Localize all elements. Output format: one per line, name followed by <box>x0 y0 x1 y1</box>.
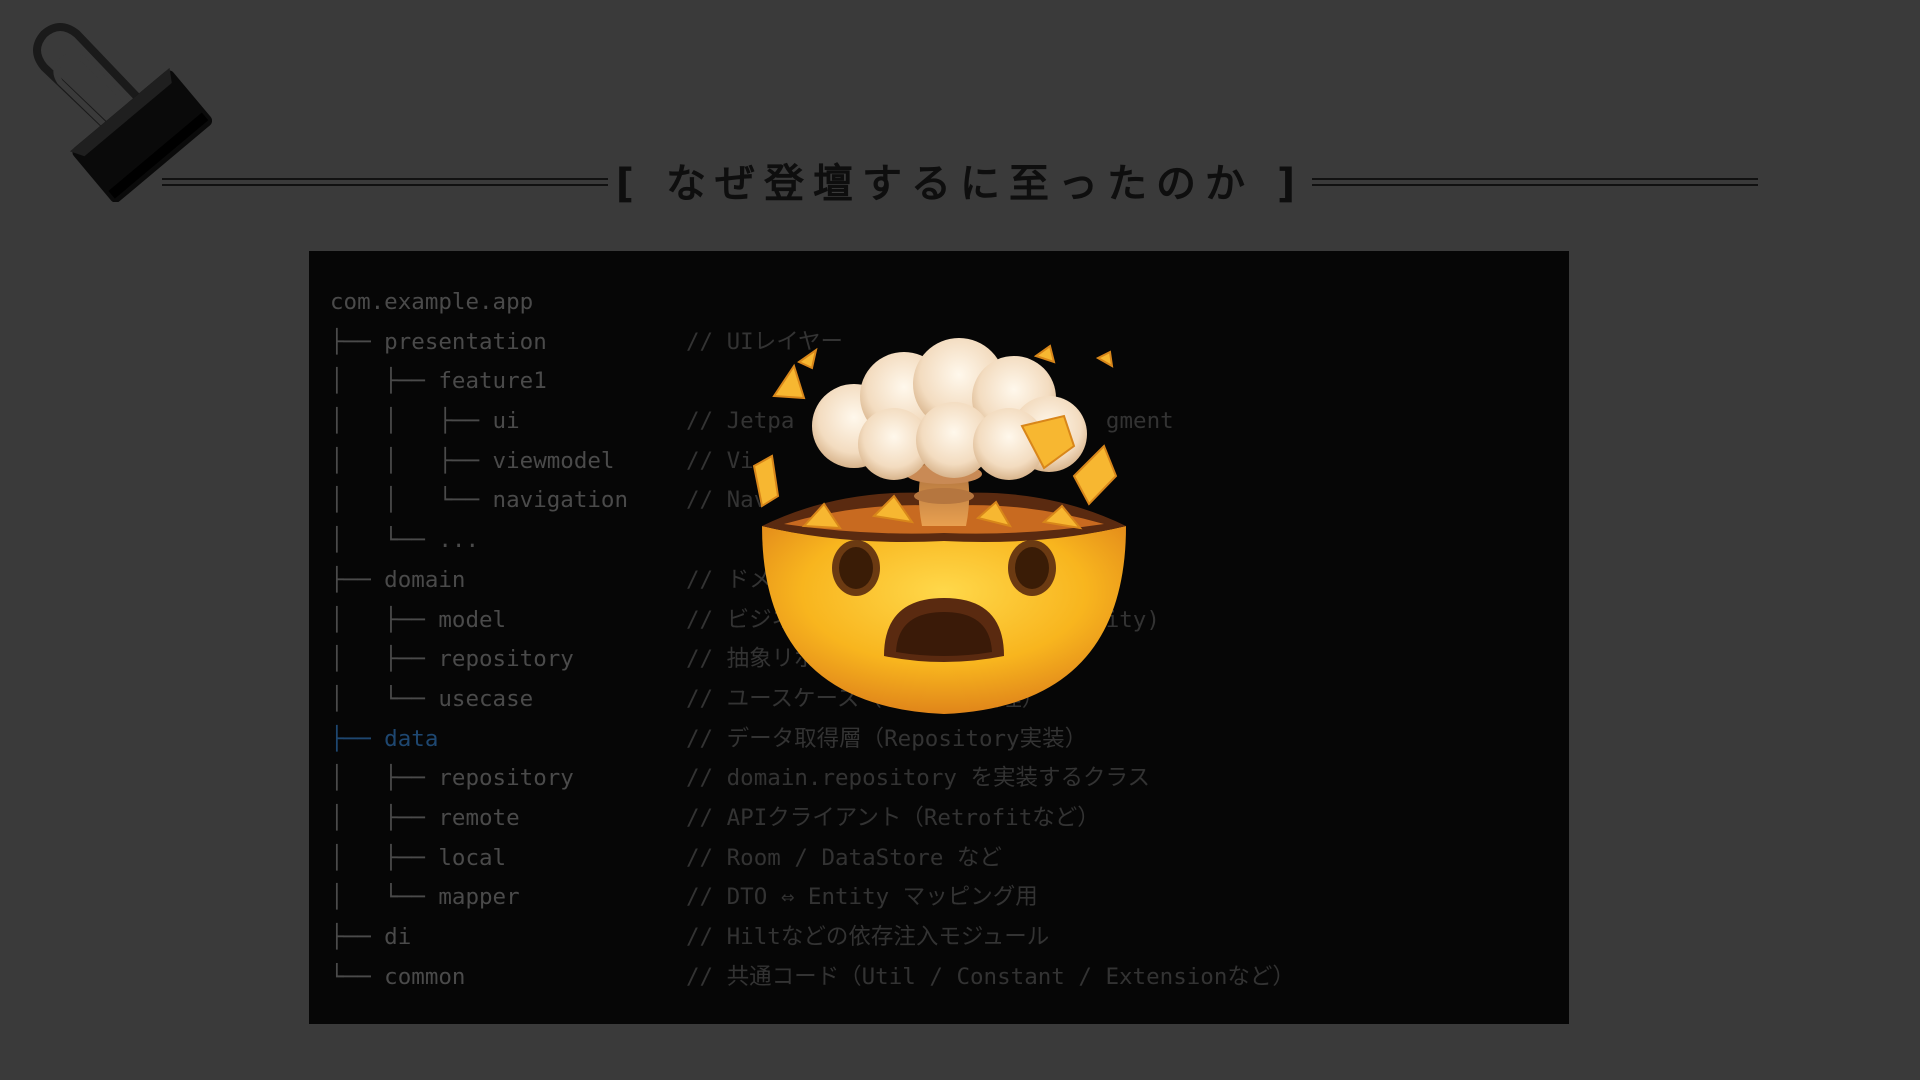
code-comment: // APIクライアント（Retrofitなど） <box>686 804 1100 831</box>
title-rule-right <box>1312 178 1758 186</box>
code-line: │ │ └── navigation// Nav <box>330 481 767 521</box>
code-line: │ ├── repository // domain.repository を実装… <box>330 759 1150 799</box>
tree-entry: │ ├── feature1 <box>330 368 547 395</box>
tree-entry: ├── data <box>330 725 439 752</box>
tree-entry: │ ├── remote <box>330 804 520 831</box>
code-line: └── common // 共通コード（Util / Constant / Ext… <box>330 958 1295 998</box>
tree-entry: ├── di <box>330 924 412 950</box>
code-comment: // 共通コード（Util / Constant / Extensionなど） <box>686 963 1295 990</box>
tree-entry: │ └── ... <box>330 527 480 554</box>
exploding-head-emoji <box>744 336 1144 726</box>
tree-entry: ├── domain <box>330 566 466 593</box>
code-comment: // Hiltなどの依存注入モジュール <box>686 924 1050 950</box>
tree-entry: │ ├── model <box>330 606 507 633</box>
tree-entry: │ ├── repository <box>330 646 574 673</box>
code-line: │ │ ├── viewmodel// Vi <box>330 442 754 482</box>
code-line: │ │ ├── ui// Jetpa gment <box>330 402 1174 442</box>
code-line: ├── presentation// UIレイヤー <box>330 323 843 363</box>
tree-entry: └── common <box>330 963 466 990</box>
package-tree: com.example.app ├── presentation// UIレイヤー… <box>330 283 1295 998</box>
code-line: │ ├── local // Room / DataStore など <box>330 839 1002 879</box>
tree-entry: │ └── mapper <box>330 884 520 911</box>
code-line: │ ├── remote // APIクライアント（Retrofitなど） <box>330 799 1100 839</box>
code-line: │ ├── feature1 <box>330 362 628 402</box>
tree-entry: │ └── usecase <box>330 685 534 712</box>
code-line: │ ├── model// ビジネ (Entity) <box>330 601 1160 641</box>
code-comment: // Room / DataStore など <box>686 844 1002 871</box>
tree-entry: com.example.app <box>330 289 534 315</box>
section-title-row: [ なぜ登壇するに至ったのか ] <box>162 158 1758 210</box>
tree-entry: │ │ ├── ui <box>330 408 520 435</box>
code-line: │ └── ... <box>330 521 628 561</box>
code-comment: // domain.repository を実装するクラス <box>686 765 1151 792</box>
tree-entry: │ │ ├── viewmodel <box>330 447 615 474</box>
code-line: ├── di // Hiltなどの依存注入モジュール <box>330 918 1049 958</box>
section-title: [ なぜ登壇するに至ったのか ] <box>615 161 1305 207</box>
tree-entry: ├── presentation <box>330 328 547 355</box>
code-comment: // DTO ⇔ Entity マッピング用 <box>686 884 1038 911</box>
code-line: │ ├── repository// 抽象リポ <box>330 640 817 680</box>
tree-entry: │ │ └── navigation <box>330 487 629 514</box>
code-line: │ └── usecase// ユースケース（ 処理） <box>330 680 1044 720</box>
tree-entry: │ ├── repository <box>330 765 574 792</box>
title-rule-left <box>162 178 608 186</box>
code-line: ├── data// データ取得層（Repository実装） <box>330 720 1087 760</box>
code-line: │ └── mapper // DTO ⇔ Entity マッピング用 <box>330 878 1038 918</box>
tree-entry: │ ├── local <box>330 844 507 871</box>
code-line: com.example.app <box>330 283 628 323</box>
code-line: ├── domain// ドメ ー <box>330 561 1079 601</box>
